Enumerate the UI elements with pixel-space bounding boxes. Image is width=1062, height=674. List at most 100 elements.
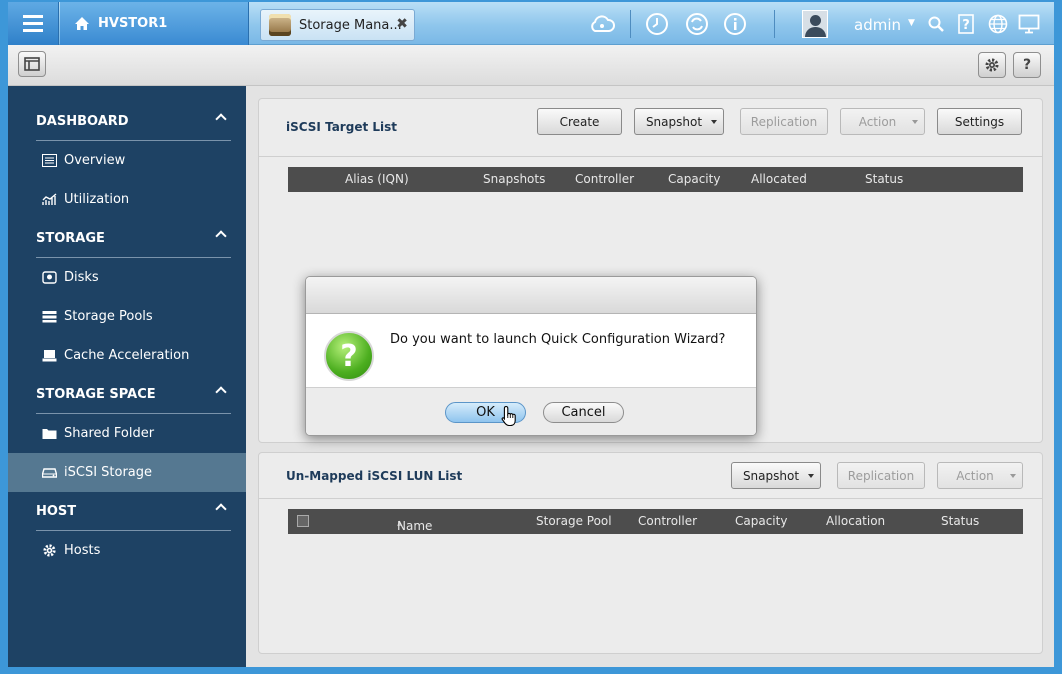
create-button[interactable]: Create (537, 108, 622, 135)
cache-icon (41, 349, 57, 363)
collapse-chevron-icon[interactable] (215, 386, 227, 398)
replication-button[interactable]: Replication (740, 108, 828, 135)
confirm-dialog: ? Do you want to launch Quick Configurat… (305, 276, 757, 436)
collapse-chevron-icon[interactable] (215, 113, 227, 125)
action-dropdown[interactable]: Action (840, 108, 925, 135)
sidebar-item-label: Hosts (64, 543, 101, 558)
snapshot-label: Snapshot (742, 468, 800, 483)
disk-icon (41, 271, 57, 285)
lun-snapshot-dropdown[interactable]: Snapshot (731, 462, 821, 489)
column-status[interactable]: Status (941, 514, 979, 528)
sidebar-item-utilization[interactable]: Utilization (8, 180, 246, 219)
top-bar: HVSTOR1 Storage Mana... ✖ admin ▼ ? (8, 2, 1054, 45)
sidebar: DASHBOARD Overview Utilization STORAGE D… (8, 86, 246, 667)
dialog-body: ? Do you want to launch Quick Configurat… (306, 314, 756, 388)
sidebar-item-label: iSCSI Storage (64, 465, 153, 480)
clock-icon[interactable] (642, 11, 672, 37)
panel-layout-icon (24, 57, 40, 71)
sidebar-item-disks[interactable]: Disks (8, 258, 246, 297)
sidebar-item-label: Utilization (64, 192, 130, 207)
lun-replication-button[interactable]: Replication (837, 462, 925, 489)
column-allocation[interactable]: Allocation (826, 514, 885, 528)
column-capacity[interactable]: Capacity (668, 172, 720, 186)
snapshot-label: Snapshot (645, 114, 703, 129)
help-icon[interactable]: ? (956, 11, 976, 37)
home-tab-label: HVSTOR1 (98, 16, 168, 31)
sidebar-item-label: Overview (64, 153, 126, 168)
toggle-panel-button[interactable] (18, 51, 46, 77)
column-controller[interactable]: Controller (638, 514, 697, 528)
sidebar-item-label: Shared Folder (64, 426, 155, 441)
dropdown-caret-icon (1010, 474, 1016, 478)
collapse-chevron-icon[interactable] (215, 230, 227, 242)
sync-icon[interactable] (682, 11, 712, 37)
storage-app-icon (269, 14, 291, 36)
folder-icon (41, 427, 57, 441)
sidebar-item-hosts[interactable]: Hosts (8, 531, 246, 570)
column-storage-pool[interactable]: Storage Pool (536, 514, 612, 528)
sidebar-item-label: Storage Pools (64, 309, 153, 324)
gear-icon (985, 58, 999, 72)
svg-text:?: ? (962, 18, 970, 33)
storage-pools-icon (41, 310, 57, 324)
help-button[interactable]: ? (1013, 52, 1041, 78)
info-icon[interactable] (720, 11, 750, 37)
column-snapshots[interactable]: Snapshots (483, 172, 545, 186)
user-name[interactable]: admin (854, 16, 901, 34)
column-controller[interactable]: Controller (575, 172, 634, 186)
hamburger-icon (23, 22, 43, 25)
globe-icon[interactable] (986, 11, 1010, 37)
dropdown-caret-icon (912, 120, 918, 124)
section-title: DASHBOARD (36, 113, 129, 129)
sidebar-section-dashboard[interactable]: DASHBOARD (36, 102, 231, 141)
select-all-checkbox[interactable] (297, 515, 309, 527)
sidebar-section-storage[interactable]: STORAGE (36, 219, 231, 258)
close-tab-icon[interactable]: ✖ (396, 16, 408, 32)
panel-title: iSCSI Target List (286, 120, 398, 134)
dropdown-caret-icon (808, 474, 814, 478)
section-title: HOST (36, 503, 77, 519)
sidebar-item-overview[interactable]: Overview (8, 141, 246, 180)
search-icon[interactable] (926, 11, 946, 37)
sidebar-item-storage-pools[interactable]: Storage Pools (8, 297, 246, 336)
sidebar-section-host[interactable]: HOST (36, 492, 231, 531)
iscsi-icon (41, 466, 57, 480)
panel-header: iSCSI Target List Create Snapshot Replic… (259, 99, 1042, 157)
column-allocated[interactable]: Allocated (751, 172, 807, 186)
section-title: STORAGE (36, 230, 105, 246)
collapse-chevron-icon[interactable] (215, 503, 227, 515)
toolbar-divider (774, 10, 775, 38)
home-icon (75, 17, 89, 30)
user-avatar[interactable] (802, 10, 828, 38)
cloud-icon[interactable] (586, 11, 618, 37)
column-capacity[interactable]: Capacity (735, 514, 787, 528)
target-table-header: Alias (IQN) Snapshots Controller Capacit… (288, 167, 1023, 192)
section-title: STORAGE SPACE (36, 386, 156, 402)
column-name[interactable]: Name ▲ (397, 514, 432, 533)
utilization-icon (41, 193, 57, 207)
storage-manager-tab[interactable]: Storage Mana... ✖ (260, 9, 415, 41)
snapshot-dropdown[interactable]: Snapshot (634, 108, 724, 135)
settings-button[interactable] (978, 52, 1006, 78)
sidebar-section-storage-space[interactable]: STORAGE SPACE (36, 375, 231, 414)
home-tab[interactable]: HVSTOR1 (60, 2, 249, 45)
dropdown-caret-icon (711, 120, 717, 124)
sidebar-item-shared-folder[interactable]: Shared Folder (8, 414, 246, 453)
monitor-icon[interactable] (1016, 11, 1042, 37)
hand-cursor-icon (501, 405, 516, 427)
panel-title: Un-Mapped iSCSI LUN List (286, 469, 463, 483)
lun-action-dropdown[interactable]: Action (937, 462, 1023, 489)
action-label: Action (858, 114, 897, 129)
overview-icon (41, 154, 57, 168)
dialog-title-bar[interactable] (306, 277, 756, 314)
cancel-button[interactable]: Cancel (543, 402, 624, 423)
sidebar-item-label: Cache Acceleration (64, 348, 190, 363)
column-status[interactable]: Status (865, 172, 903, 186)
user-menu-caret-icon[interactable]: ▼ (908, 18, 915, 28)
column-alias[interactable]: Alias (IQN) (345, 172, 409, 186)
settings-panel-button[interactable]: Settings (937, 108, 1022, 135)
sidebar-item-iscsi-storage[interactable]: iSCSI Storage (8, 453, 246, 492)
main-menu-button[interactable] (8, 2, 59, 45)
sidebar-item-cache-acceleration[interactable]: Cache Acceleration (8, 336, 246, 375)
toolbar-divider (630, 10, 631, 38)
